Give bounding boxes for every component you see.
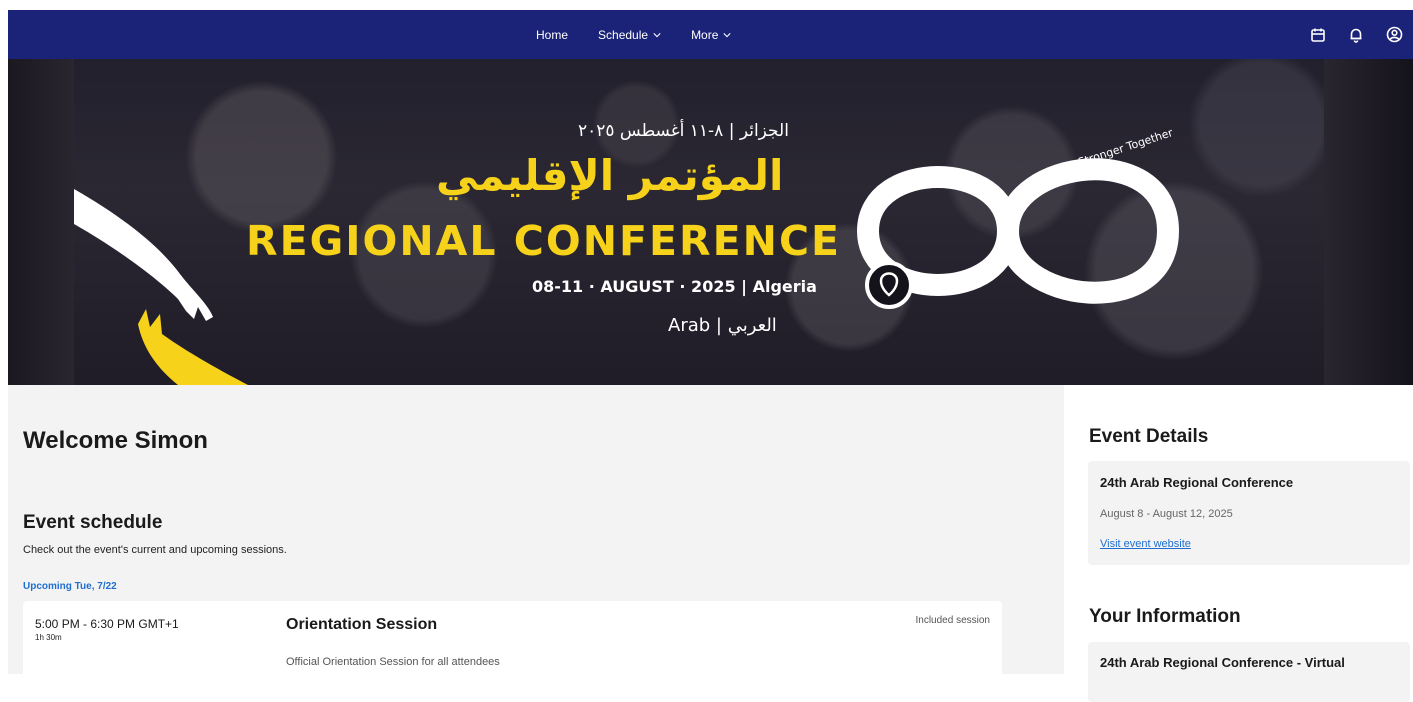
nav-actions [1309, 10, 1403, 59]
infinity-symbol [856, 158, 1180, 304]
session-duration: 1h 30m [35, 633, 62, 642]
event-details-heading: Event Details [1089, 426, 1209, 447]
schedule-subtitle: Check out the event's current and upcomi… [23, 544, 287, 556]
welcome-heading: Welcome Simon [23, 427, 208, 454]
event-details-card: 24th Arab Regional Conference August 8 -… [1088, 461, 1410, 565]
your-information-heading: Your Information [1089, 606, 1241, 627]
hero-arabic-date: الجزائر | ٨-١١ أغسطس ٢٠٢٥ [578, 121, 789, 141]
main-content: Welcome Simon Event schedule Check out t… [8, 385, 1064, 681]
session-card[interactable]: 5:00 PM - 6:30 PM GMT+1 1h 30m Orientati… [23, 601, 1002, 681]
chevron-down-icon [653, 32, 661, 37]
user-circle-icon[interactable] [1385, 26, 1403, 44]
session-title: Orientation Session [286, 616, 438, 633]
event-website-link[interactable]: Visit event website [1100, 538, 1191, 550]
schedule-heading: Event schedule [23, 512, 163, 533]
bell-icon[interactable] [1347, 26, 1365, 44]
session-description: Official Orientation Session for all att… [286, 656, 500, 668]
trefoil-emblem [865, 261, 913, 309]
nav-home-label: Home [536, 27, 569, 42]
nav-schedule-dropdown[interactable]: Schedule [598, 28, 661, 42]
nav-more-label: More [691, 27, 719, 42]
yellow-hand-illustration [138, 309, 248, 385]
hero-language: Arab | العربي [668, 315, 777, 336]
event-dates: August 8 - August 12, 2025 [1100, 508, 1233, 520]
nav-home[interactable]: Home [536, 28, 568, 42]
nav-schedule-label: Schedule [598, 27, 649, 42]
ticket-name: 24th Arab Regional Conference - Virtual [1100, 655, 1345, 670]
event-name: 24th Arab Regional Conference [1100, 475, 1294, 490]
nav-more-dropdown[interactable]: More [691, 27, 732, 42]
chevron-down-icon [723, 32, 732, 37]
your-information-card[interactable]: 24th Arab Regional Conference - Virtual [1088, 642, 1410, 702]
hero-title: REGIONAL CONFERENCE [246, 217, 842, 265]
hero-dates: 08-11 · AUGUST · 2025 | Algeria [532, 277, 817, 296]
hero-arabic-title: المؤتمر الإقليمي [436, 151, 784, 200]
session-tag: Included session [915, 615, 991, 626]
right-sidebar: Event Details 24th Arab Regional Confere… [1064, 385, 1413, 702]
session-time: 5:00 PM - 6:30 PM GMT+1 [35, 617, 179, 631]
calendar-icon[interactable] [1309, 26, 1327, 44]
upcoming-date-label: Upcoming Tue, 7/22 [23, 581, 117, 592]
white-hand-illustration [74, 189, 213, 321]
top-navigation-bar: Home Schedule More [8, 10, 1413, 59]
nav-menu: Home Schedule More [536, 10, 732, 59]
hero-banner: الجزائر | ٨-١١ أغسطس ٢٠٢٥ المؤتمر الإقلي… [8, 59, 1413, 385]
